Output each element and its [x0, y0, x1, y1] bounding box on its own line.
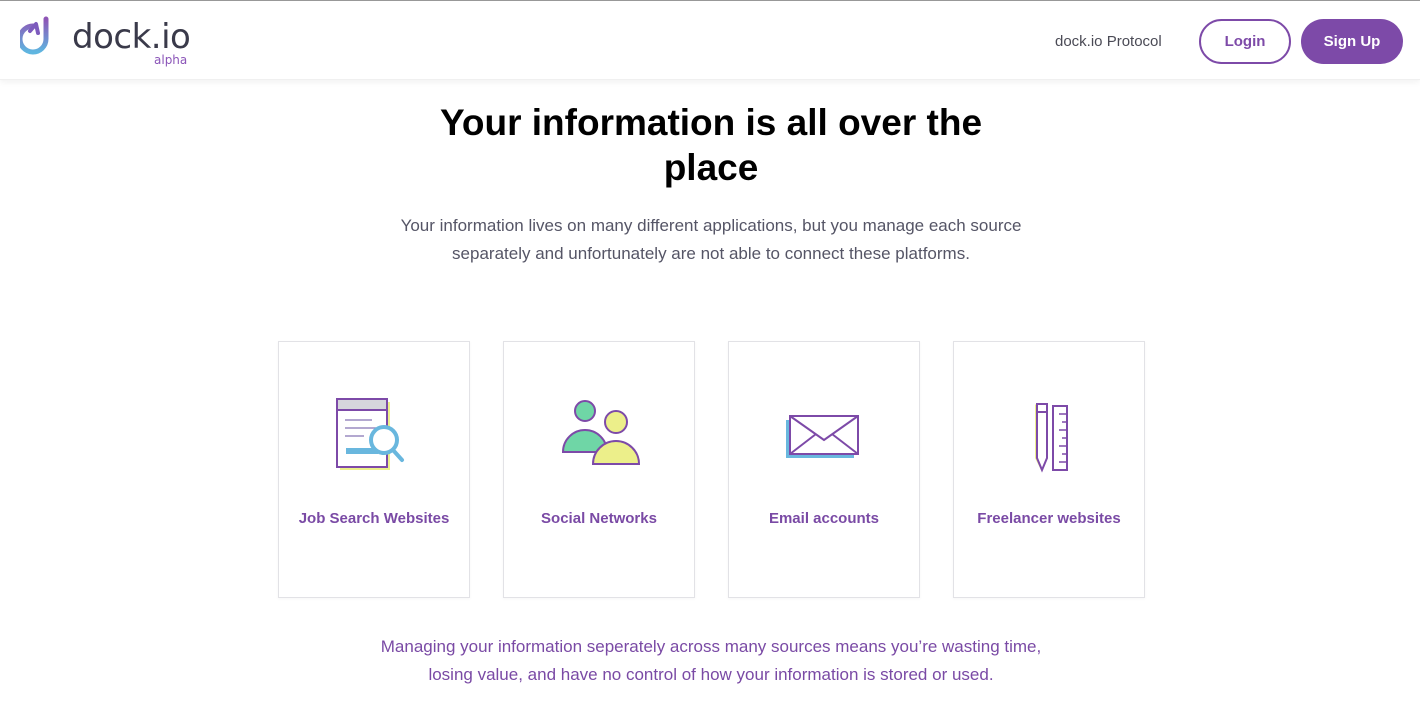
card-label: Job Search Websites [298, 510, 450, 527]
card-label: Freelancer websites [977, 510, 1121, 527]
pencil-ruler-icon [1035, 403, 1068, 473]
hero-description: Your information lives on many different… [400, 216, 1022, 263]
job-search-icon [336, 398, 404, 470]
logo-wordmark: dock.io [72, 17, 191, 57]
email-icon [786, 415, 859, 458]
summary-text: Managing your information seperately acr… [380, 637, 1042, 684]
card-job-search[interactable]: Job Search Websites [278, 341, 470, 598]
card-social-networks[interactable]: Social Networks [503, 341, 695, 598]
site-header: dock.io alpha dock.io Protocol Login Sig… [0, 1, 1420, 80]
card-label: Social Networks [541, 510, 657, 527]
card-email-accounts[interactable]: Email accounts [728, 341, 920, 598]
logo-alpha-tag: alpha [154, 53, 188, 67]
card-label: Email accounts [768, 510, 880, 527]
nav-link-protocol[interactable]: dock.io Protocol [1055, 33, 1162, 50]
dock-logo[interactable]: dock.io alpha [20, 15, 200, 67]
signup-button[interactable]: Sign Up [1301, 19, 1403, 64]
card-freelancer-websites[interactable]: Freelancer websites [953, 341, 1145, 598]
social-networks-icon [561, 400, 641, 465]
page-title: Your information is all over the place [439, 102, 983, 188]
dock-logo-icon [20, 16, 49, 55]
login-button[interactable]: Login [1199, 19, 1291, 64]
